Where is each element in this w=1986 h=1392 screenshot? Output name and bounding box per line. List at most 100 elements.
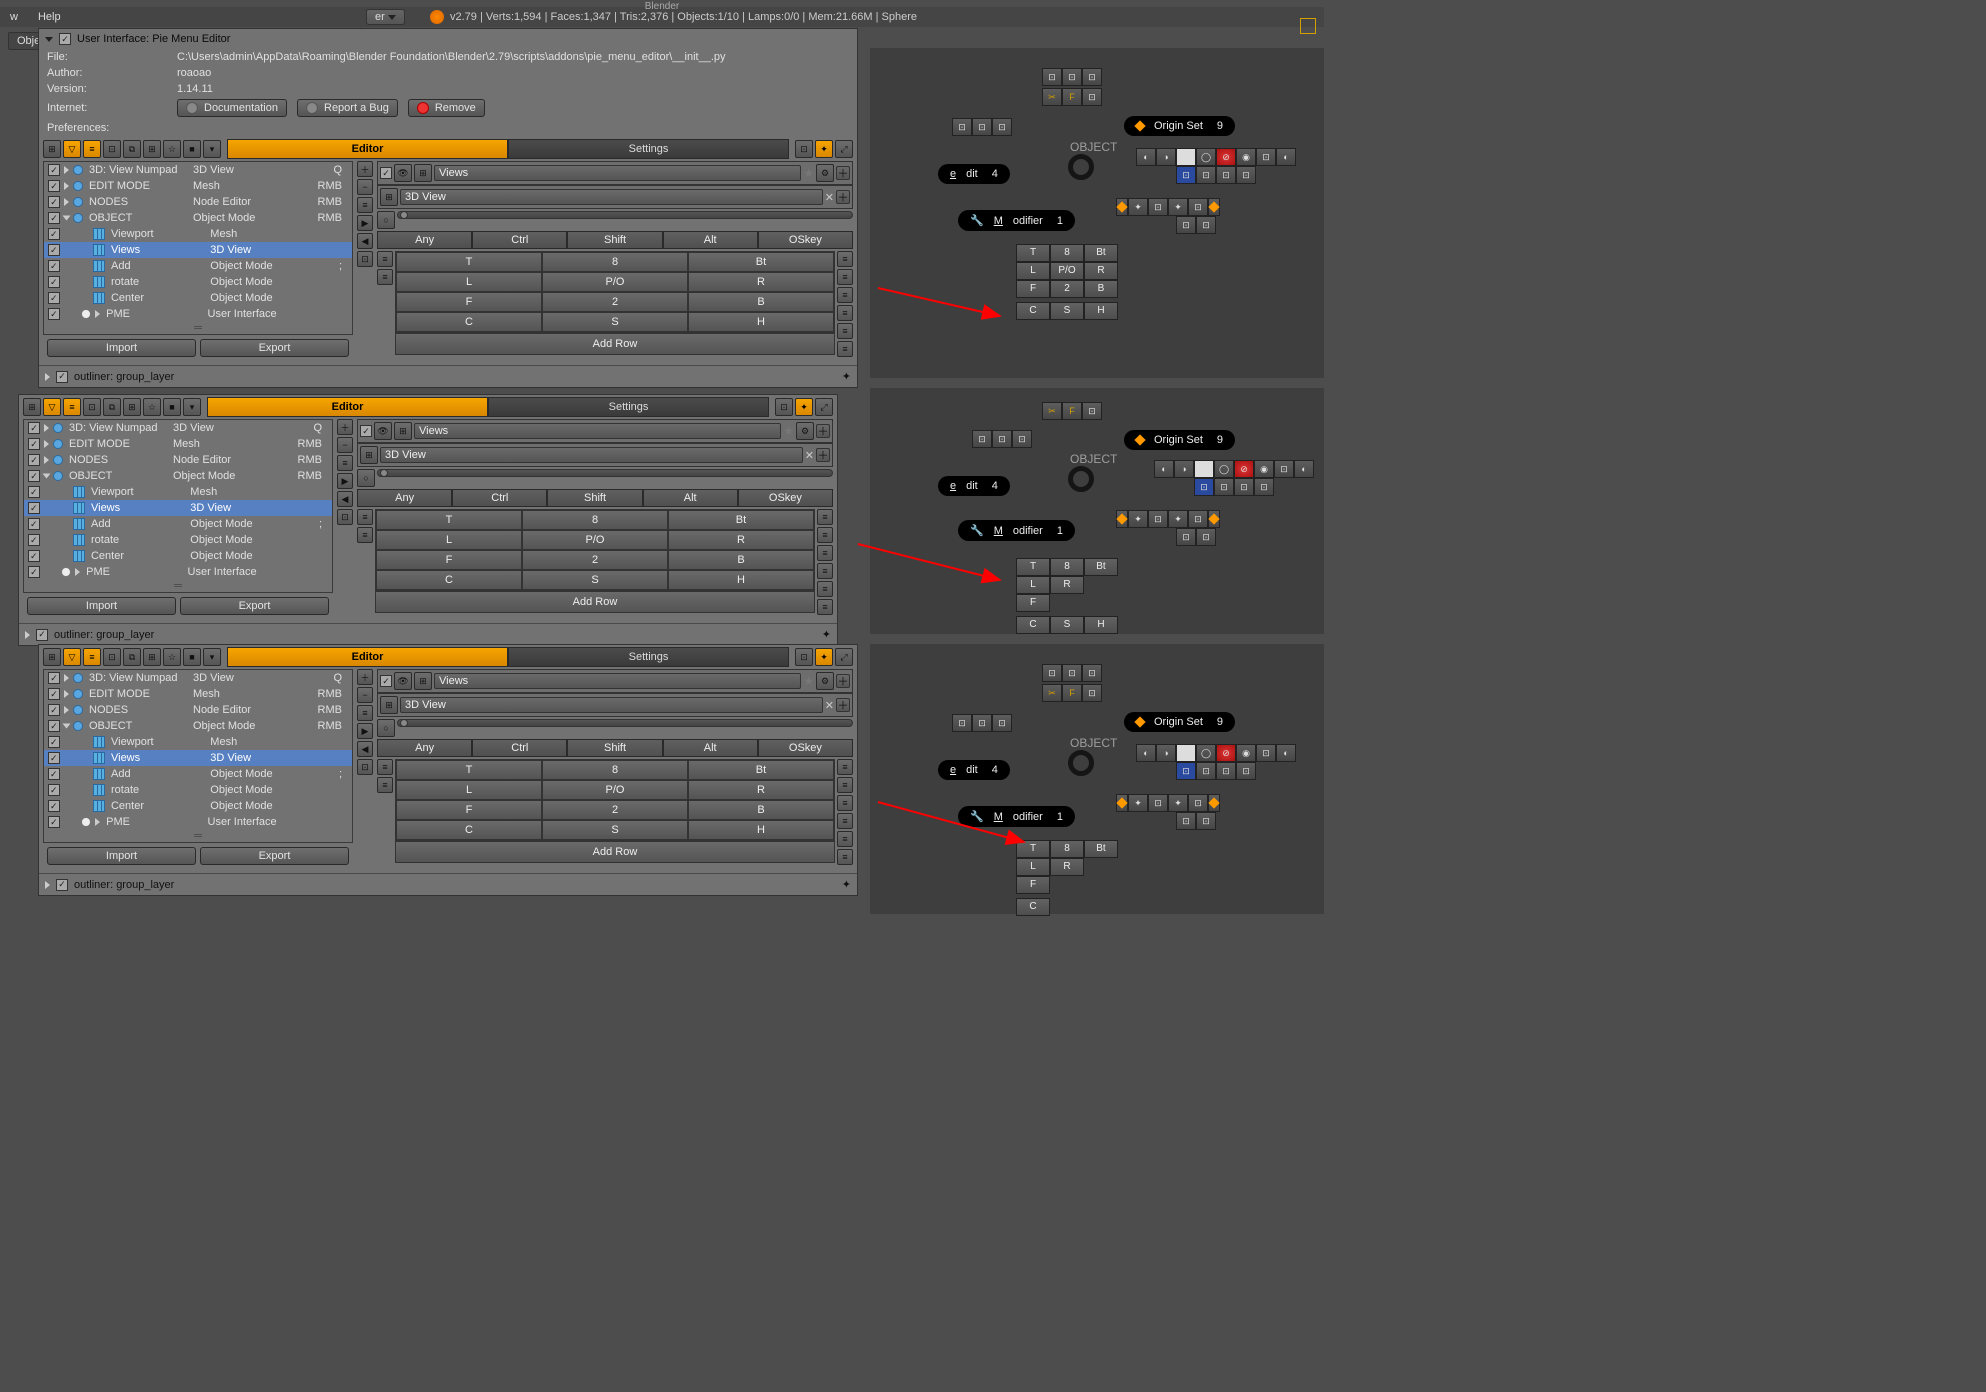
side-icon-r[interactable]: ≡ (837, 795, 853, 811)
import-button[interactable]: Import (47, 847, 196, 865)
row-checkbox[interactable]: ✓ (48, 276, 60, 288)
tree-row-8[interactable]: ✓ Center Object Mode (24, 548, 332, 564)
rside-icon[interactable]: ≡ (357, 509, 373, 525)
key-cell[interactable]: H (1084, 302, 1118, 320)
export-button[interactable]: Export (200, 339, 349, 357)
toolbar-end-icon-0[interactable]: ⊡ (775, 398, 793, 416)
side-icon-r[interactable]: ≡ (837, 251, 853, 267)
key-header-Alt[interactable]: Alt (663, 739, 758, 757)
tree-row-9[interactable]: ✓ PME User Interface (24, 564, 332, 580)
iconbar-small[interactable]: ⊡ (1176, 216, 1196, 234)
row-checkbox[interactable]: ✓ (48, 244, 60, 256)
tree-row-2[interactable]: ✓ NODES Node Editor RMB (44, 702, 352, 718)
outliner-check[interactable]: ✓ (56, 879, 68, 891)
toolbar-end-icon-1[interactable]: ✦ (815, 648, 833, 666)
row-checkbox[interactable]: ✓ (48, 688, 60, 700)
row-checkbox[interactable]: ✓ (48, 768, 60, 780)
side-icon-r[interactable]: ≡ (817, 581, 833, 597)
modifier-pill[interactable]: 🔧Modifier1 (958, 520, 1075, 541)
iconbar-bot[interactable]: ⊡ (1188, 198, 1208, 216)
documentation-button[interactable]: Documentation (177, 99, 287, 117)
toolbar-icon-6[interactable]: ☆ (163, 140, 181, 158)
origin-set-pill[interactable]: Origin Set9 (1124, 430, 1235, 450)
diamond-ic[interactable] (1116, 198, 1128, 216)
key-cell[interactable]: T (1016, 244, 1050, 262)
diamond-ic[interactable] (1116, 510, 1128, 528)
row-checkbox[interactable]: ✓ (28, 534, 40, 546)
key-cell[interactable]: 2 (1050, 280, 1084, 298)
iconbar-top[interactable]: ⊡ (1042, 68, 1062, 86)
iconbar-shading[interactable]: ◉ (1254, 460, 1274, 478)
side-icon[interactable]: ▶ (357, 723, 373, 739)
rside-icon[interactable]: ≡ (377, 759, 393, 775)
iconbar-ic[interactable]: F (1062, 402, 1082, 420)
key-cell[interactable]: C (1016, 616, 1050, 634)
iconbar-overlay[interactable]: ⊡ (1214, 478, 1234, 496)
edit-pill[interactable]: edit4 (938, 164, 1010, 184)
tree-row-0[interactable]: ✓ 3D: View Numpad 3D View Q (24, 420, 332, 436)
key-cell[interactable]: T (1016, 840, 1050, 858)
grid-cell[interactable]: B (688, 292, 834, 312)
side-icon[interactable]: − (357, 179, 373, 195)
grid-cell[interactable]: R (688, 272, 834, 292)
key-cell[interactable]: S (1050, 302, 1084, 320)
iconbar-shading[interactable]: ◐ (1276, 744, 1296, 762)
rside-icon[interactable]: ≡ (357, 527, 373, 543)
toolbar-icon-4[interactable]: ⧉ (123, 140, 141, 158)
key-header-Ctrl[interactable]: Ctrl (452, 489, 547, 507)
iconbar-top[interactable]: ⊡ (1082, 664, 1102, 682)
tree-row-1[interactable]: ✓ EDIT MODE Mesh RMB (44, 686, 352, 702)
plus-icon-2[interactable]: ＋ (816, 448, 830, 462)
row-checkbox[interactable]: ✓ (48, 292, 60, 304)
iconbar-shading[interactable]: ⊘ (1216, 744, 1236, 762)
export-button[interactable]: Export (180, 597, 329, 615)
plus-icon[interactable]: ＋ (836, 674, 850, 688)
star-icon[interactable]: ★ (803, 674, 814, 688)
iconbar-left[interactable]: ⊡ (972, 118, 992, 136)
toolbar-icon-5[interactable]: ⊞ (143, 140, 161, 158)
iconbar-ic[interactable]: ⊡ (1082, 88, 1102, 106)
side-icon-r[interactable]: ≡ (837, 287, 853, 303)
tree-row-8[interactable]: ✓ Center Object Mode (44, 798, 352, 814)
side-icon-r[interactable]: ≡ (837, 831, 853, 847)
iconbar-left[interactable]: ⊡ (972, 430, 992, 448)
key-cell[interactable]: C (1016, 898, 1050, 916)
key-cell[interactable]: L (1016, 858, 1050, 876)
row-checkbox[interactable]: ✓ (28, 422, 40, 434)
side-icon[interactable]: ＋ (337, 419, 353, 435)
iconbar-top[interactable]: ⊡ (1082, 68, 1102, 86)
diamond-ic[interactable] (1208, 198, 1220, 216)
grid-cell[interactable]: L (396, 272, 542, 292)
grid-cell[interactable]: C (396, 312, 542, 332)
outliner-row[interactable]: ✓ outliner: group_layer ✦ (39, 873, 857, 895)
gear-icon[interactable]: ⚙ (816, 672, 834, 690)
eye-icon[interactable]: 👁 (394, 672, 412, 690)
row-checkbox[interactable]: ✓ (48, 720, 60, 732)
iconbar-left[interactable]: ⊡ (992, 430, 1012, 448)
side-icon[interactable]: ▶ (337, 473, 353, 489)
tab-settings[interactable]: Settings (488, 397, 769, 417)
key-cell[interactable]: B (1084, 280, 1118, 298)
tree-row-4[interactable]: ✓ Viewport Mesh (24, 484, 332, 500)
key-cell[interactable]: Bt (1084, 840, 1118, 858)
row-checkbox[interactable]: ✓ (48, 212, 60, 224)
views-name-field[interactable]: Views (414, 423, 781, 439)
iconbar-shading[interactable]: ◑ (1156, 744, 1176, 762)
tree-row-7[interactable]: ✓ rotate Object Mode (24, 532, 332, 548)
report-bug-button[interactable]: Report a Bug (297, 99, 398, 117)
side-icon-r[interactable]: ≡ (817, 509, 833, 525)
plus-icon[interactable]: ＋ (816, 424, 830, 438)
layout-icon[interactable]: ⊞ (380, 696, 398, 714)
grid-cell[interactable]: 2 (542, 800, 688, 820)
grid-cell[interactable]: 8 (542, 252, 688, 272)
row-checkbox[interactable]: ✓ (28, 438, 40, 450)
grid-cell[interactable]: H (688, 312, 834, 332)
iconbar-left[interactable]: ⊡ (952, 714, 972, 732)
iconbar-overlay[interactable]: ⊡ (1194, 478, 1214, 496)
tree-row-6[interactable]: ✓ Add Object Mode ; (24, 516, 332, 532)
grid-cell[interactable]: F (376, 550, 522, 570)
side-icon-r[interactable]: ≡ (837, 759, 853, 775)
side-icon[interactable]: ≡ (357, 197, 373, 213)
slider-icon[interactable]: ○ (377, 211, 395, 229)
key-header-Ctrl[interactable]: Ctrl (472, 739, 567, 757)
